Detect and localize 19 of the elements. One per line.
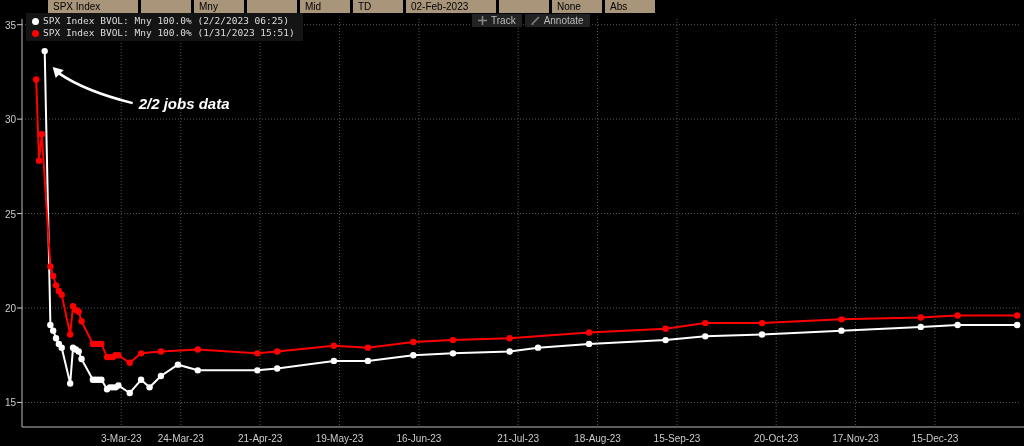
y-axis-label: 20: [4, 303, 16, 314]
x-axis-label: 15-Sep-23: [653, 433, 701, 444]
y-axis-label: 25: [4, 208, 16, 220]
x-axis-label: 18-Aug-23: [574, 433, 621, 444]
x-axis-label: 19-May-23: [315, 433, 364, 444]
y-axis-label: 35: [4, 19, 16, 31]
x-axis-label: 24-Mar-23: [157, 433, 204, 444]
x-axis-label: 3-Mar-23: [100, 433, 142, 444]
x-axis-label: 15-Dec-23: [911, 433, 959, 444]
x-axis-label: 21-Jul-23: [497, 433, 539, 444]
x-axis-label: 16-Jun-23: [396, 433, 442, 444]
x-axis-label: 17-Nov-23: [832, 433, 879, 444]
legend-label: SPX Index BVOL: Mny 100.0% (1/31/2023 15:51): [43, 27, 295, 39]
x-axis-label: 20-Oct-23: [753, 433, 799, 444]
annotation-text: 2/2 jobs data: [138, 95, 230, 113]
y-axis-label: 15: [4, 397, 16, 409]
y-axis-label: 30: [4, 114, 16, 126]
legend-label: SPX Index BVOL: Mny 100.0% (2/2/2023 06:25): [43, 15, 289, 27]
x-axis-label: 21-Apr-23: [237, 433, 283, 444]
